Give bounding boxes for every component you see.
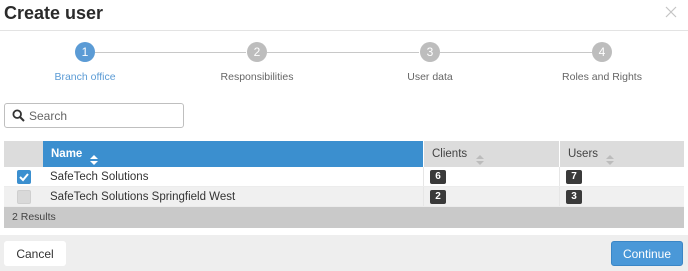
- clients-count-badge: 2: [430, 190, 446, 204]
- table-row[interactable]: SafeTech Solutions 6 7: [4, 167, 684, 187]
- step-connector: [95, 52, 246, 53]
- row-name: SafeTech Solutions: [50, 171, 149, 183]
- column-header-clients-label: Clients: [432, 148, 468, 160]
- search-box[interactable]: [4, 103, 184, 128]
- row-checkbox[interactable]: [17, 190, 31, 204]
- wizard-stepper: 1 2 3 4 Branch office Responsibilities U…: [0, 40, 688, 90]
- step-connector: [440, 52, 592, 53]
- column-header-clients[interactable]: Clients: [424, 141, 559, 167]
- continue-button[interactable]: Continue: [611, 241, 683, 266]
- step-1-indicator[interactable]: 1: [75, 42, 95, 62]
- users-count-badge: 7: [566, 170, 582, 184]
- step-2-label: Responsibilities: [220, 71, 294, 83]
- row-checkbox[interactable]: [17, 170, 31, 184]
- cancel-button[interactable]: Cancel: [4, 241, 66, 266]
- sort-icon: [606, 149, 614, 165]
- search-icon: [12, 109, 25, 122]
- step-1-label: Branch office: [54, 71, 116, 83]
- column-divider: [423, 167, 424, 186]
- step-2-indicator[interactable]: 2: [247, 42, 267, 62]
- dialog-header: Create user: [0, 0, 688, 31]
- dialog-footer: Cancel Continue: [0, 235, 688, 271]
- table-row[interactable]: SafeTech Solutions Springfield West 2 3: [4, 187, 684, 207]
- search-input[interactable]: [29, 107, 179, 124]
- table-header: Name Clients Users: [4, 141, 684, 167]
- select-column-header: [4, 141, 43, 167]
- users-count-badge: 3: [566, 190, 582, 204]
- column-header-users-label: Users: [568, 148, 599, 160]
- branch-office-table: Name Clients Users SafeTech Solutions 6: [4, 141, 684, 228]
- column-header-users[interactable]: Users: [560, 141, 684, 167]
- dialog-title: Create user: [4, 3, 104, 23]
- row-name: SafeTech Solutions Springfield West: [50, 191, 236, 203]
- clients-count-badge: 6: [430, 170, 446, 184]
- column-divider: [423, 187, 424, 206]
- step-connector: [267, 52, 419, 53]
- sort-icon: [476, 149, 484, 165]
- step-4-indicator[interactable]: 4: [592, 42, 612, 62]
- column-divider: [559, 187, 560, 206]
- step-4-label: Roles and Rights: [562, 71, 642, 83]
- column-header-name-label: Name: [51, 148, 83, 160]
- results-count: 2 Results: [4, 207, 684, 228]
- step-3-label: User data: [407, 71, 453, 83]
- step-3-indicator[interactable]: 3: [420, 42, 440, 62]
- sort-icon: [90, 149, 98, 165]
- close-icon[interactable]: [664, 5, 678, 19]
- check-icon: [19, 173, 29, 182]
- column-header-name[interactable]: Name: [43, 141, 423, 167]
- column-divider: [559, 167, 560, 186]
